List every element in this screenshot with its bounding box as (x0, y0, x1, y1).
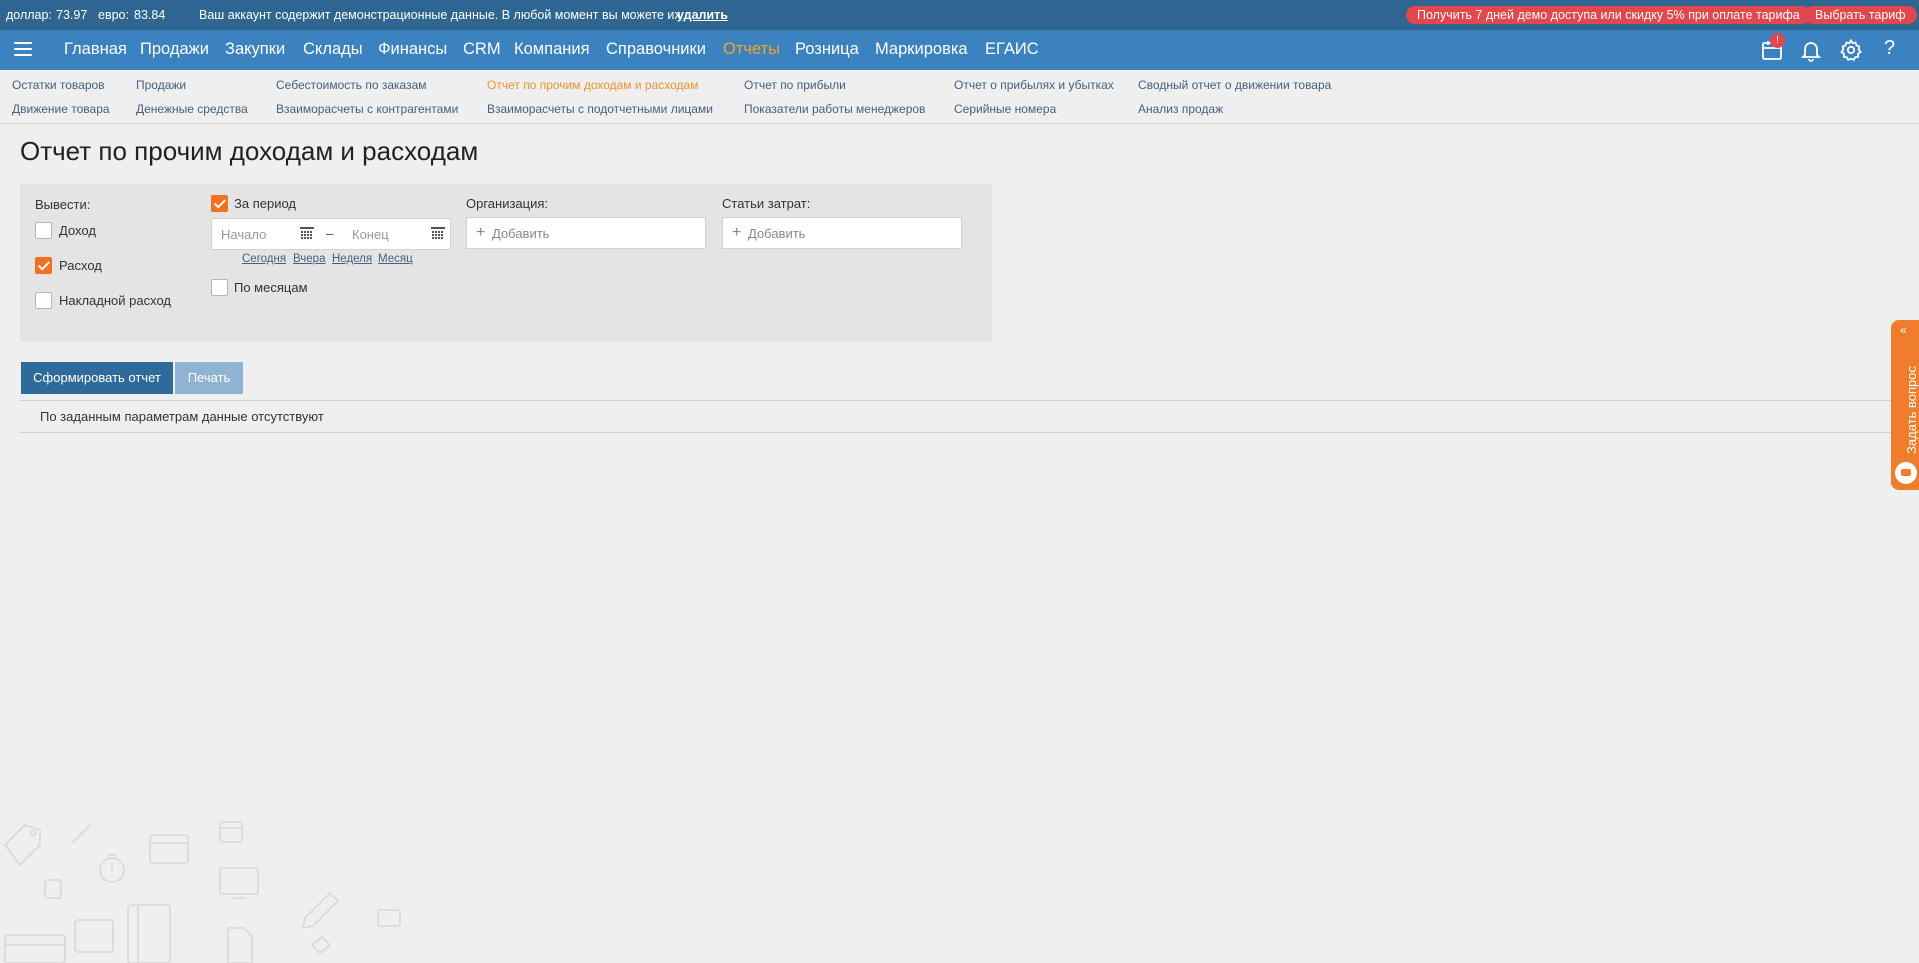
empty-result-text: По заданным параметрам данные отсутствую… (40, 409, 324, 424)
calendar-icon[interactable] (300, 227, 314, 241)
income-label: Доход (59, 223, 96, 238)
subnav-other-income-expenses[interactable]: Отчет по прочим доходам и расходам (487, 78, 698, 92)
filter-panel: Вывести: Доход Расход Накладной расход З… (20, 184, 992, 342)
expense-label: Расход (59, 258, 102, 273)
result-divider-top (20, 400, 1919, 401)
nav-item-egais[interactable]: ЕГАИС (985, 40, 1039, 59)
nav-item-company[interactable]: Компания (514, 40, 590, 59)
plus-icon: + (732, 224, 742, 241)
reports-subnav: Остатки товаров Движение товара Продажи … (0, 70, 1919, 124)
plus-icon: + (476, 224, 486, 241)
subnav-accountable-settlements[interactable]: Взаиморасчеты с подотчетными лицами (487, 102, 713, 116)
by-months-checkbox[interactable] (211, 279, 228, 296)
quick-today-link[interactable]: Сегодня (242, 253, 286, 265)
expense-items-add-text: Добавить (748, 226, 806, 241)
subnav-cash[interactable]: Денежные средства (136, 102, 248, 116)
period-checkbox[interactable] (211, 195, 228, 212)
overhead-checkbox[interactable] (35, 292, 52, 309)
nav-item-reports[interactable]: Отчеты (723, 40, 780, 59)
nav-item-retail[interactable]: Розница (795, 40, 859, 59)
ask-question-tab[interactable]: « Задать вопрос (1891, 320, 1919, 490)
quick-month-link[interactable]: Месяц (378, 253, 413, 265)
calendar-icon[interactable] (431, 227, 445, 241)
date-range-field: – (211, 218, 451, 250)
expense-items-label: Статьи затрат: (722, 196, 811, 211)
organization-add-text: Добавить (492, 226, 550, 241)
page-title: Отчет по прочим доходам и расходам (20, 136, 479, 166)
help-icon[interactable]: ? (1884, 37, 1895, 60)
subnav-order-cost[interactable]: Себестоимость по заказам (276, 78, 427, 92)
gear-icon[interactable] (1839, 38, 1863, 62)
subnav-profit-report[interactable]: Отчет по прибыли (744, 78, 846, 92)
start-date-input[interactable] (221, 227, 291, 242)
period-label: За период (234, 196, 296, 211)
subnav-serial-numbers[interactable]: Серийные номера (954, 102, 1056, 116)
by-months-label: По месяцам (234, 280, 308, 295)
subnav-profit-loss[interactable]: Отчет о прибылях и убытках (954, 78, 1114, 92)
expense-items-add-field[interactable]: + Добавить (722, 217, 962, 249)
generate-report-button[interactable]: Сформировать отчет (21, 362, 173, 394)
usd-label: доллар: (6, 8, 52, 22)
subnav-goods-movement[interactable]: Движение товара (12, 102, 110, 116)
eur-label: евро: (98, 8, 129, 22)
end-date-input[interactable] (352, 227, 422, 242)
nav-item-warehouses[interactable]: Склады (303, 40, 363, 59)
nav-item-directories[interactable]: Справочники (606, 40, 706, 59)
result-divider-bottom (20, 432, 1919, 433)
expense-checkbox[interactable] (35, 257, 52, 274)
output-label: Вывести: (35, 197, 91, 212)
menu-icon[interactable] (14, 42, 32, 58)
subnav-counterparty-settlements[interactable]: Взаиморасчеты с контрагентами (276, 102, 458, 116)
choose-tariff-button[interactable]: Выбрать тариф (1804, 6, 1917, 24)
promo-button[interactable]: Получить 7 дней демо доступа или скидку … (1406, 6, 1811, 24)
decorative-icons-illustration (3, 821, 401, 963)
range-dash: – (326, 226, 334, 241)
top-info-bar: доллар: 73.97 евро: 83.84 Ваш аккаунт со… (0, 0, 1919, 30)
quick-yesterday-link[interactable]: Вчера (293, 253, 325, 265)
usd-rate: 73.97 (56, 8, 88, 22)
bell-icon[interactable] (1799, 38, 1823, 62)
nav-item-finance[interactable]: Финансы (378, 40, 447, 59)
quick-week-link[interactable]: Неделя (332, 253, 372, 265)
ask-question-label: Задать вопрос (1904, 366, 1919, 454)
eur-rate: 83.84 (134, 8, 166, 22)
nav-item-sales[interactable]: Продажи (140, 40, 209, 59)
overhead-label: Накладной расход (59, 293, 171, 308)
nav-item-main[interactable]: Главная (64, 40, 127, 59)
organization-add-field[interactable]: + Добавить (466, 217, 706, 249)
subnav-sales[interactable]: Продажи (136, 78, 186, 92)
nav-item-crm[interactable]: CRM (463, 40, 501, 59)
subnav-manager-performance[interactable]: Показатели работы менеджеров (744, 102, 925, 116)
subnav-sales-analysis[interactable]: Анализ продаж (1138, 102, 1223, 116)
demo-notice-text: Ваш аккаунт содержит демонстрационные да… (199, 8, 681, 22)
calendar-badge: ! (1770, 33, 1785, 48)
main-navbar: Главная Продажи Закупки Склады Финансы C… (0, 30, 1919, 70)
chat-icon (1895, 462, 1917, 484)
subnav-goods-movement-summary[interactable]: Сводный отчет о движении товара (1138, 78, 1331, 92)
income-checkbox[interactable] (35, 222, 52, 239)
nav-item-purchases[interactable]: Закупки (225, 40, 285, 59)
print-button[interactable]: Печать (175, 362, 243, 394)
nav-item-marking[interactable]: Маркировка (875, 40, 968, 59)
subnav-stock-balances[interactable]: Остатки товаров (12, 78, 105, 92)
organization-label: Организация: (466, 196, 549, 211)
delete-demo-link[interactable]: удалить (677, 8, 728, 22)
